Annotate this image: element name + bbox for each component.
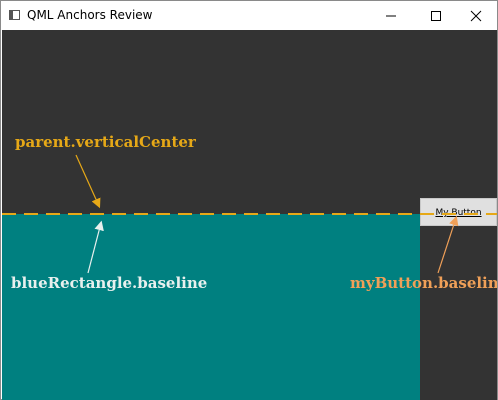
close-button[interactable]	[455, 1, 497, 30]
minimize-icon	[386, 15, 396, 17]
vertical-center-label: parent.verticalCenter	[15, 133, 196, 151]
app-icon	[9, 10, 20, 20]
qml-content-area: My Button parent.verticalCenter blueRect…	[2, 30, 497, 400]
blue-baseline-label: blueRectangle.baseline	[11, 274, 208, 292]
minimize-button[interactable]	[370, 1, 412, 30]
app-window: QML Anchors Review My Button parent.vert…	[0, 0, 498, 400]
window-title: QML Anchors Review	[27, 8, 153, 22]
title-bar[interactable]: QML Anchors Review	[1, 1, 497, 30]
button-baseline-arrow	[437, 215, 459, 274]
maximize-icon	[431, 11, 441, 21]
maximize-button[interactable]	[415, 1, 457, 30]
vertical-center-arrow	[75, 154, 101, 209]
blue-baseline-arrow	[87, 220, 104, 274]
annotation-layer	[2, 154, 497, 274]
button-baseline-label: myButton.baseline	[350, 274, 497, 292]
close-icon	[470, 10, 482, 22]
